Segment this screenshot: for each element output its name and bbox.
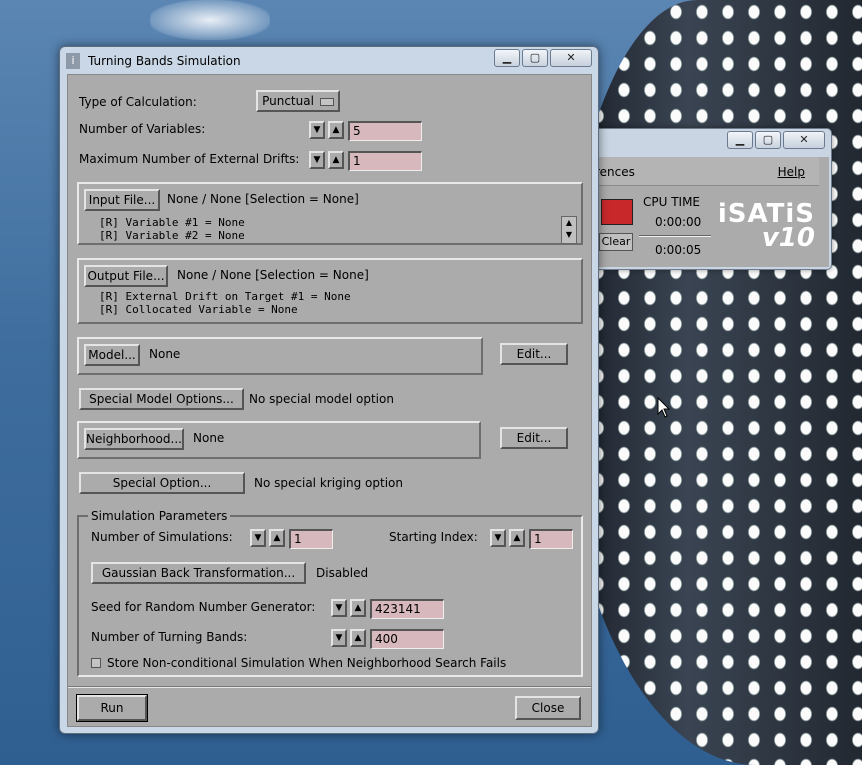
time-separator [639, 235, 711, 237]
number-of-simulations-label: Number of Simulations: [91, 530, 233, 544]
app-icon: i [66, 53, 80, 69]
dialog-body: Type of Calculation: Punctual Number of … [67, 74, 592, 727]
type-of-calculation-menu[interactable]: Punctual [256, 90, 340, 112]
input-list-scrollbar[interactable]: ▲ ▼ [561, 216, 577, 244]
random-seed-input[interactable]: 423141 [370, 599, 444, 619]
isatis-minimize-button[interactable]: ▁ [727, 131, 753, 149]
simulations-decrement-button[interactable]: ▼ [250, 529, 266, 547]
option-menu-indicator-icon [319, 97, 334, 106]
minimize-button[interactable]: ▁ [494, 49, 520, 67]
bands-decrement-button[interactable]: ▼ [331, 629, 347, 647]
number-of-variables-input[interactable]: 5 [348, 121, 422, 141]
output-file-summary: None / None [Selection = None] [177, 268, 369, 282]
isatis-client-area: rences Help Clear CPU TIME 0:00:00 0:00:… [591, 157, 829, 267]
special-model-options-value: No special model option [249, 392, 394, 406]
turning-bands-window: i Turning Bands Simulation ▁ ▢ ✕ Type of… [59, 46, 599, 734]
max-external-drifts-label: Maximum Number of External Drifts: [79, 152, 300, 166]
max-external-drifts-input[interactable]: 1 [348, 151, 422, 171]
output-collocated-variable: [R] Collocated Variable = None [99, 303, 298, 316]
neighborhood-edit-button[interactable]: Edit... [500, 427, 568, 449]
type-of-calculation-value: Punctual [262, 94, 314, 108]
sky-cloud [150, 0, 270, 40]
number-of-variables-label: Number of Variables: [79, 122, 206, 136]
variables-increment-button[interactable]: ▲ [328, 121, 344, 139]
model-group: Model... None [77, 337, 483, 375]
drifts-increment-button[interactable]: ▲ [328, 151, 344, 169]
model-edit-button[interactable]: Edit... [500, 343, 568, 365]
starting-index-decrement-button[interactable]: ▼ [490, 529, 506, 547]
run-button[interactable]: Run [76, 694, 148, 722]
isatis-logo: iSATiS v10 [718, 199, 815, 253]
isatis-menubar: rences Help [591, 157, 819, 186]
seed-decrement-button[interactable]: ▼ [331, 599, 347, 617]
gaussian-back-transformation-value: Disabled [316, 566, 369, 580]
window-controls: ▁ ▢ ✕ [494, 49, 592, 67]
isatis-maximize-button[interactable]: ▢ [755, 131, 781, 149]
isatis-main-window: ▁ ▢ ✕ rences Help Clear CPU TIME 0:00:00… [590, 128, 832, 270]
special-option-value: No special kriging option [254, 476, 403, 490]
starting-index-increment-button[interactable]: ▲ [509, 529, 525, 547]
turning-bands-input[interactable]: 400 [370, 629, 444, 649]
isatis-title-controls: ▁ ▢ ✕ [727, 131, 825, 149]
input-file-summary: None / None [Selection = None] [167, 192, 359, 206]
output-external-drift: [R] External Drift on Target #1 = None [99, 290, 351, 303]
cpu-time-label: CPU TIME [643, 195, 701, 209]
window-title: Turning Bands Simulation [88, 54, 241, 68]
window-titlebar: i Turning Bands Simulation ▁ ▢ ✕ [60, 47, 598, 73]
mouse-cursor-icon [657, 397, 671, 418]
simulations-increment-button[interactable]: ▲ [269, 529, 285, 547]
input-variable-1: [R] Variable #1 = None [99, 216, 245, 229]
type-of-calculation-label: Type of Calculation: [79, 95, 197, 109]
neighborhood-button[interactable]: Neighborhood... [84, 428, 184, 450]
bands-increment-button[interactable]: ▲ [350, 629, 366, 647]
elapsed-time-value: 0:00:05 [655, 243, 702, 257]
starting-index-input[interactable]: 1 [529, 529, 573, 549]
isatis-close-button[interactable]: ✕ [783, 131, 825, 149]
seed-increment-button[interactable]: ▲ [350, 599, 366, 617]
input-variable-2: [R] Variable #2 = None [99, 229, 245, 242]
simulation-parameters-title: Simulation Parameters [88, 509, 231, 523]
maximize-button[interactable]: ▢ [522, 49, 548, 67]
special-model-options-button[interactable]: Special Model Options... [79, 388, 244, 410]
variables-decrement-button[interactable]: ▼ [309, 121, 325, 139]
number-of-simulations-input[interactable]: 1 [289, 529, 333, 549]
desktop-background-building [560, 0, 862, 765]
cpu-chip-icon [601, 199, 633, 225]
menu-help[interactable]: Help [778, 165, 805, 179]
turning-bands-label: Number of Turning Bands: [91, 630, 248, 644]
drifts-decrement-button[interactable]: ▼ [309, 151, 325, 169]
menu-preferences[interactable]: rences [595, 165, 635, 179]
neighborhood-group: Neighborhood... None [77, 421, 481, 459]
output-file-button[interactable]: Output File... [84, 265, 168, 287]
neighborhood-value: None [193, 431, 225, 445]
input-file-button[interactable]: Input File... [84, 189, 160, 211]
random-seed-label: Seed for Random Number Generator: [91, 600, 316, 614]
model-value: None [149, 347, 181, 361]
store-nonconditional-checkbox[interactable] [91, 658, 101, 668]
gaussian-back-transformation-button[interactable]: Gaussian Back Transformation... [91, 562, 306, 584]
output-file-group: Output File... None / None [Selection = … [77, 258, 583, 324]
close-button[interactable]: Close [515, 696, 581, 720]
input-file-group: Input File... None / None [Selection = N… [77, 182, 583, 245]
cpu-time-value: 0:00:00 [655, 215, 702, 229]
model-button[interactable]: Model... [84, 344, 140, 366]
store-nonconditional-label: Store Non-conditional Simulation When Ne… [107, 656, 507, 670]
clear-button[interactable]: Clear [599, 233, 633, 251]
close-window-button[interactable]: ✕ [550, 49, 592, 67]
special-option-button[interactable]: Special Option... [79, 472, 245, 494]
footer-separator [68, 686, 591, 688]
starting-index-label: Starting Index: [389, 530, 478, 544]
